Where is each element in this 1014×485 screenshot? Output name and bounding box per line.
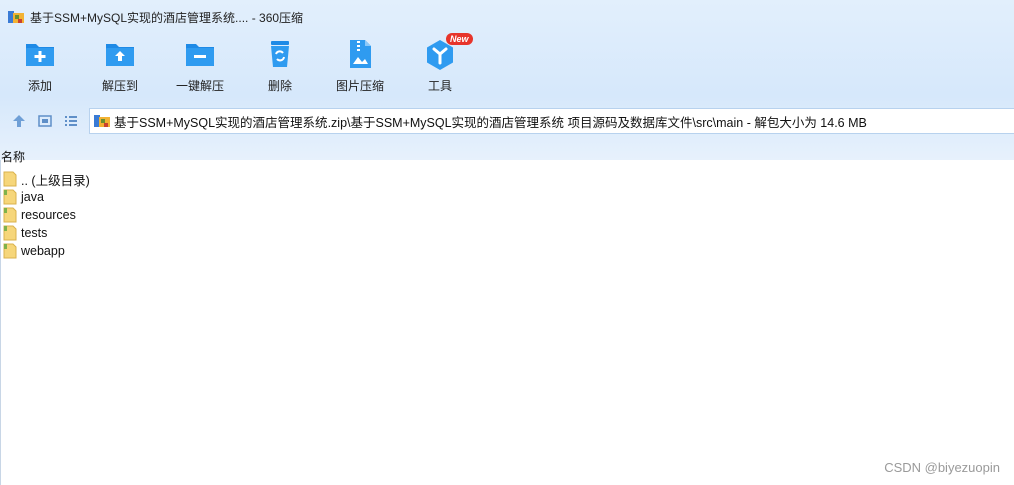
one-click-extract-label: 一键解压	[175, 79, 224, 93]
folder-icon	[3, 171, 17, 187]
column-header-row: 名称	[0, 147, 1014, 165]
list-item-resources[interactable]: resources	[3, 206, 303, 224]
file-list: .. (上级目录) java resources tests webapp	[3, 170, 303, 260]
list-view-icon[interactable]	[63, 113, 79, 129]
list-item-webapp[interactable]: webapp	[3, 242, 303, 260]
new-badge: New	[446, 33, 473, 45]
image-compress-button[interactable]: 图片压缩	[320, 38, 400, 100]
extract-to-icon	[106, 44, 134, 66]
folder-icon	[3, 243, 17, 259]
list-item-name: resources	[21, 208, 76, 222]
delete-icon	[271, 41, 289, 67]
address-path: 基于SSM+MySQL实现的酒店管理系统.zip\基于SSM+MySQL实现的酒…	[114, 115, 867, 130]
list-left-border	[0, 160, 1, 485]
one-click-extract-button[interactable]: 一键解压	[160, 38, 240, 100]
main-toolbar: 添加 解压到 一键解压 删除 图片压缩 New 工具	[0, 33, 480, 100]
tools-label: 工具	[427, 79, 452, 93]
up-arrow-icon[interactable]	[11, 113, 27, 129]
delete-label: 删除	[267, 79, 292, 93]
thumbnail-view-icon[interactable]	[37, 113, 53, 129]
list-item-name: webapp	[21, 244, 65, 258]
extract-to-button[interactable]: 解压到	[80, 38, 160, 100]
archive-app-icon	[8, 10, 24, 24]
folder-icon	[3, 225, 17, 241]
list-item-parent-directory[interactable]: .. (上级目录)	[3, 170, 303, 188]
tools-button[interactable]: New 工具	[400, 33, 480, 100]
list-item-name: tests	[21, 226, 48, 240]
add-button[interactable]: 添加	[0, 38, 80, 100]
csdn-watermark: CSDN @biyezuopin	[884, 460, 1000, 475]
one-click-extract-icon	[186, 44, 214, 66]
add-icon	[26, 44, 54, 66]
list-item-tests[interactable]: tests	[3, 224, 303, 242]
address-bar[interactable]: 基于SSM+MySQL实现的酒店管理系统.zip\基于SSM+MySQL实现的酒…	[89, 108, 1014, 134]
list-item-name: java	[21, 190, 44, 204]
add-label: 添加	[27, 79, 52, 93]
title-bar: 基于SSM+MySQL实现的酒店管理系统.... - 360压缩	[0, 0, 1014, 34]
column-header-name[interactable]: 名称	[1, 148, 25, 165]
window-title: 基于SSM+MySQL实现的酒店管理系统.... - 360压缩	[30, 10, 304, 25]
archive-icon	[94, 114, 110, 128]
folder-icon	[3, 207, 17, 223]
navigation-bar: 基于SSM+MySQL实现的酒店管理系统.zip\基于SSM+MySQL实现的酒…	[0, 105, 1014, 137]
folder-icon	[3, 189, 17, 205]
image-compress-label: 图片压缩	[335, 79, 384, 93]
list-item-java[interactable]: java	[3, 188, 303, 206]
list-item-name: .. (上级目录)	[21, 173, 90, 188]
image-compress-icon	[350, 40, 371, 68]
extract-to-label: 解压到	[101, 79, 138, 93]
delete-button[interactable]: 删除	[240, 38, 320, 100]
window-chrome: 基于SSM+MySQL实现的酒店管理系统.... - 360压缩 添加 解压到	[0, 0, 1014, 160]
